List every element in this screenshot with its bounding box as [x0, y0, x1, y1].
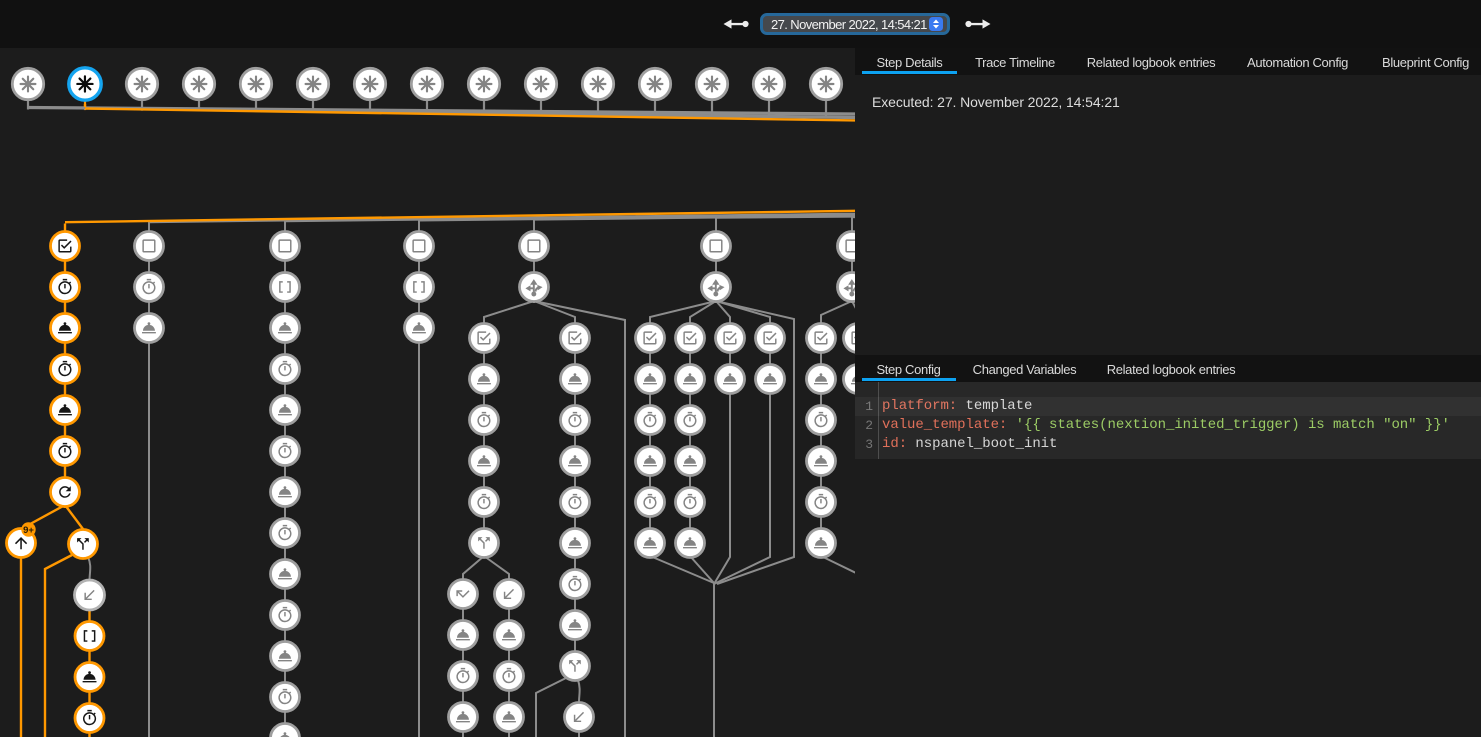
svg-text:9+: 9+	[23, 525, 34, 536]
